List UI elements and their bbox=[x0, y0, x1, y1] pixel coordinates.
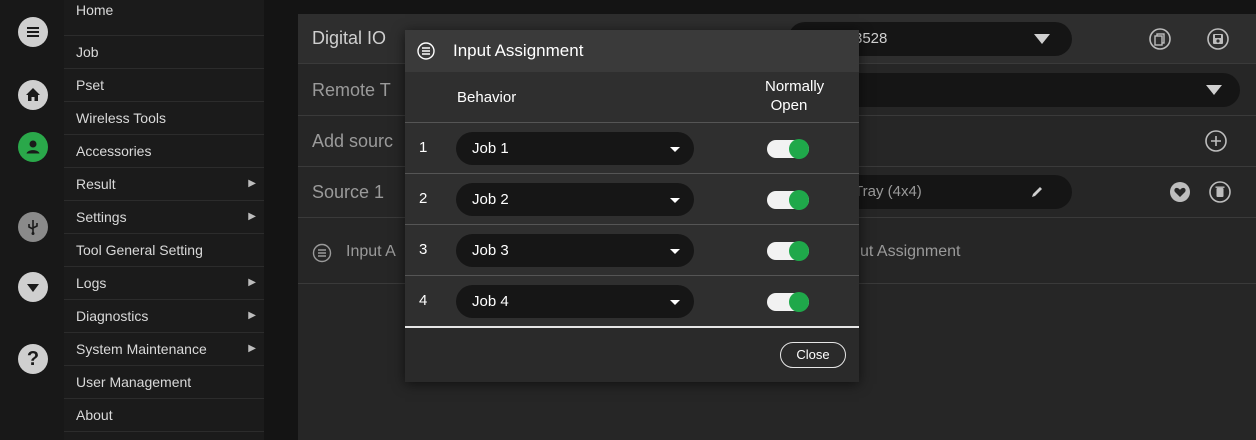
side-menu: Home Job Pset Wireless Tools Accessories… bbox=[64, 0, 264, 440]
assignment-row-4: 4 Job 4 bbox=[405, 276, 859, 327]
list-icon bbox=[312, 243, 332, 263]
header-line-1: Normally bbox=[765, 78, 825, 95]
menu-item-label: About bbox=[76, 407, 113, 423]
chevron-right-icon: ▶ bbox=[248, 178, 256, 189]
column-headers: Behavior Normally Open bbox=[405, 72, 859, 123]
menu-item-label: Wireless Tools bbox=[76, 110, 166, 126]
usb-icon[interactable] bbox=[18, 212, 48, 242]
input-number: 3 bbox=[419, 241, 428, 258]
device-select-value: 3528 bbox=[854, 30, 888, 47]
menu-item-settings[interactable]: Settings ▶ bbox=[64, 201, 264, 234]
input-number: 1 bbox=[419, 139, 428, 156]
delete-icon[interactable] bbox=[1208, 180, 1232, 204]
behavior-select-3[interactable]: Job 3 bbox=[456, 234, 694, 267]
behavior-value: Job 3 bbox=[472, 242, 509, 259]
toggle-knob bbox=[789, 190, 809, 210]
caret-down-icon bbox=[670, 198, 680, 203]
help-glyph: ? bbox=[26, 347, 40, 370]
edit-icon[interactable] bbox=[1030, 185, 1044, 199]
behavior-select-4[interactable]: Job 4 bbox=[456, 285, 694, 318]
help-icon[interactable]: ? bbox=[18, 344, 48, 374]
copy-icon[interactable] bbox=[1148, 27, 1172, 51]
dialog-footer: Close bbox=[405, 326, 859, 382]
hamburger-icon[interactable] bbox=[18, 17, 48, 47]
menu-item-label: Diagnostics bbox=[76, 308, 149, 324]
normally-open-toggle-1[interactable] bbox=[767, 139, 809, 159]
normally-open-toggle-2[interactable] bbox=[767, 190, 809, 210]
heart-icon[interactable] bbox=[1168, 180, 1192, 204]
menu-item-label: System Maintenance bbox=[76, 341, 207, 357]
menu-item-label: Settings bbox=[76, 209, 127, 225]
user-icon[interactable] bbox=[18, 132, 48, 162]
app-root: ? Home Job Pset Wireless Tools Accessori… bbox=[0, 0, 1256, 440]
menu-item-result[interactable]: Result ▶ bbox=[64, 168, 264, 201]
remote-label: Remote T bbox=[312, 80, 391, 100]
behavior-value: Job 2 bbox=[472, 191, 509, 208]
behavior-select-2[interactable]: Job 2 bbox=[456, 183, 694, 216]
toggle-knob bbox=[789, 139, 809, 159]
dropdown-icon[interactable] bbox=[18, 272, 48, 302]
menu-item-tool-general-setting[interactable]: Tool General Setting bbox=[64, 234, 264, 267]
header-line-2: Open bbox=[770, 97, 808, 114]
section-title: Digital IO bbox=[312, 28, 387, 48]
chevron-right-icon: ▶ bbox=[248, 277, 256, 288]
assignment-row-2: 2 Job 2 bbox=[405, 174, 859, 225]
input-assignment-link[interactable]: Input A bbox=[346, 243, 396, 261]
menu-item-label: Job bbox=[76, 44, 99, 60]
chevron-right-icon: ▶ bbox=[248, 343, 256, 354]
normally-open-toggle-4[interactable] bbox=[767, 292, 809, 312]
behavior-value: Job 1 bbox=[472, 140, 509, 157]
caret-down-icon bbox=[670, 147, 680, 152]
close-button[interactable]: Close bbox=[780, 342, 846, 368]
menu-item-label: Tool General Setting bbox=[76, 242, 203, 258]
toggle-knob bbox=[789, 292, 809, 312]
list-icon bbox=[417, 42, 435, 60]
chevron-right-icon: ▶ bbox=[248, 211, 256, 222]
input-number: 2 bbox=[419, 190, 428, 207]
behavior-value: Job 4 bbox=[472, 293, 509, 310]
menu-item-about[interactable]: About bbox=[64, 399, 264, 432]
menu-item-label: Result bbox=[76, 176, 116, 192]
menu-item-accessories[interactable]: Accessories bbox=[64, 135, 264, 168]
input-assignment-dialog: Input Assignment Behavior Normally Open … bbox=[405, 30, 859, 382]
toggle-knob bbox=[789, 241, 809, 261]
behavior-column-header: Behavior bbox=[457, 89, 517, 106]
menu-item-label: Pset bbox=[76, 77, 105, 93]
output-assignment-link[interactable]: ut Assignment bbox=[860, 243, 961, 261]
caret-down-icon bbox=[670, 249, 680, 254]
menu-item-label: Logs bbox=[76, 275, 107, 291]
caret-down-icon bbox=[670, 300, 680, 305]
source-1-value: Tray (4x4) bbox=[854, 183, 922, 200]
menu-item-system-maintenance[interactable]: System Maintenance ▶ bbox=[64, 333, 264, 366]
assignment-row-3: 3 Job 3 bbox=[405, 225, 859, 276]
menu-item-job[interactable]: Job bbox=[64, 36, 264, 69]
menu-item-diagnostics[interactable]: Diagnostics ▶ bbox=[64, 300, 264, 333]
icon-rail: ? bbox=[0, 0, 64, 440]
menu-item-logs[interactable]: Logs ▶ bbox=[64, 267, 264, 300]
chevron-down-icon bbox=[1206, 85, 1222, 95]
menu-item-label: Home bbox=[76, 2, 114, 18]
menu-item-home[interactable]: Home bbox=[64, 0, 264, 36]
menu-item-wireless-tools[interactable]: Wireless Tools bbox=[64, 102, 264, 135]
chevron-down-icon bbox=[1034, 34, 1050, 44]
normally-open-column-header: Normally Open bbox=[765, 77, 825, 115]
home-icon[interactable] bbox=[18, 80, 48, 110]
save-icon[interactable] bbox=[1206, 27, 1230, 51]
menu-item-label: Accessories bbox=[76, 143, 152, 159]
chevron-right-icon: ▶ bbox=[248, 310, 256, 321]
input-number: 4 bbox=[419, 292, 428, 309]
dialog-header: Input Assignment bbox=[405, 30, 859, 72]
add-source-label: Add sourc bbox=[312, 131, 394, 151]
add-icon[interactable] bbox=[1204, 129, 1228, 153]
menu-item-pset[interactable]: Pset bbox=[64, 69, 264, 102]
menu-item-user-management[interactable]: User Management bbox=[64, 366, 264, 399]
behavior-select-1[interactable]: Job 1 bbox=[456, 132, 694, 165]
dialog-title: Input Assignment bbox=[453, 41, 584, 60]
menu-item-label: User Management bbox=[76, 374, 192, 390]
normally-open-toggle-3[interactable] bbox=[767, 241, 809, 261]
source-1-label: Source 1 bbox=[312, 182, 385, 202]
assignment-row-1: 1 Job 1 bbox=[405, 123, 859, 174]
